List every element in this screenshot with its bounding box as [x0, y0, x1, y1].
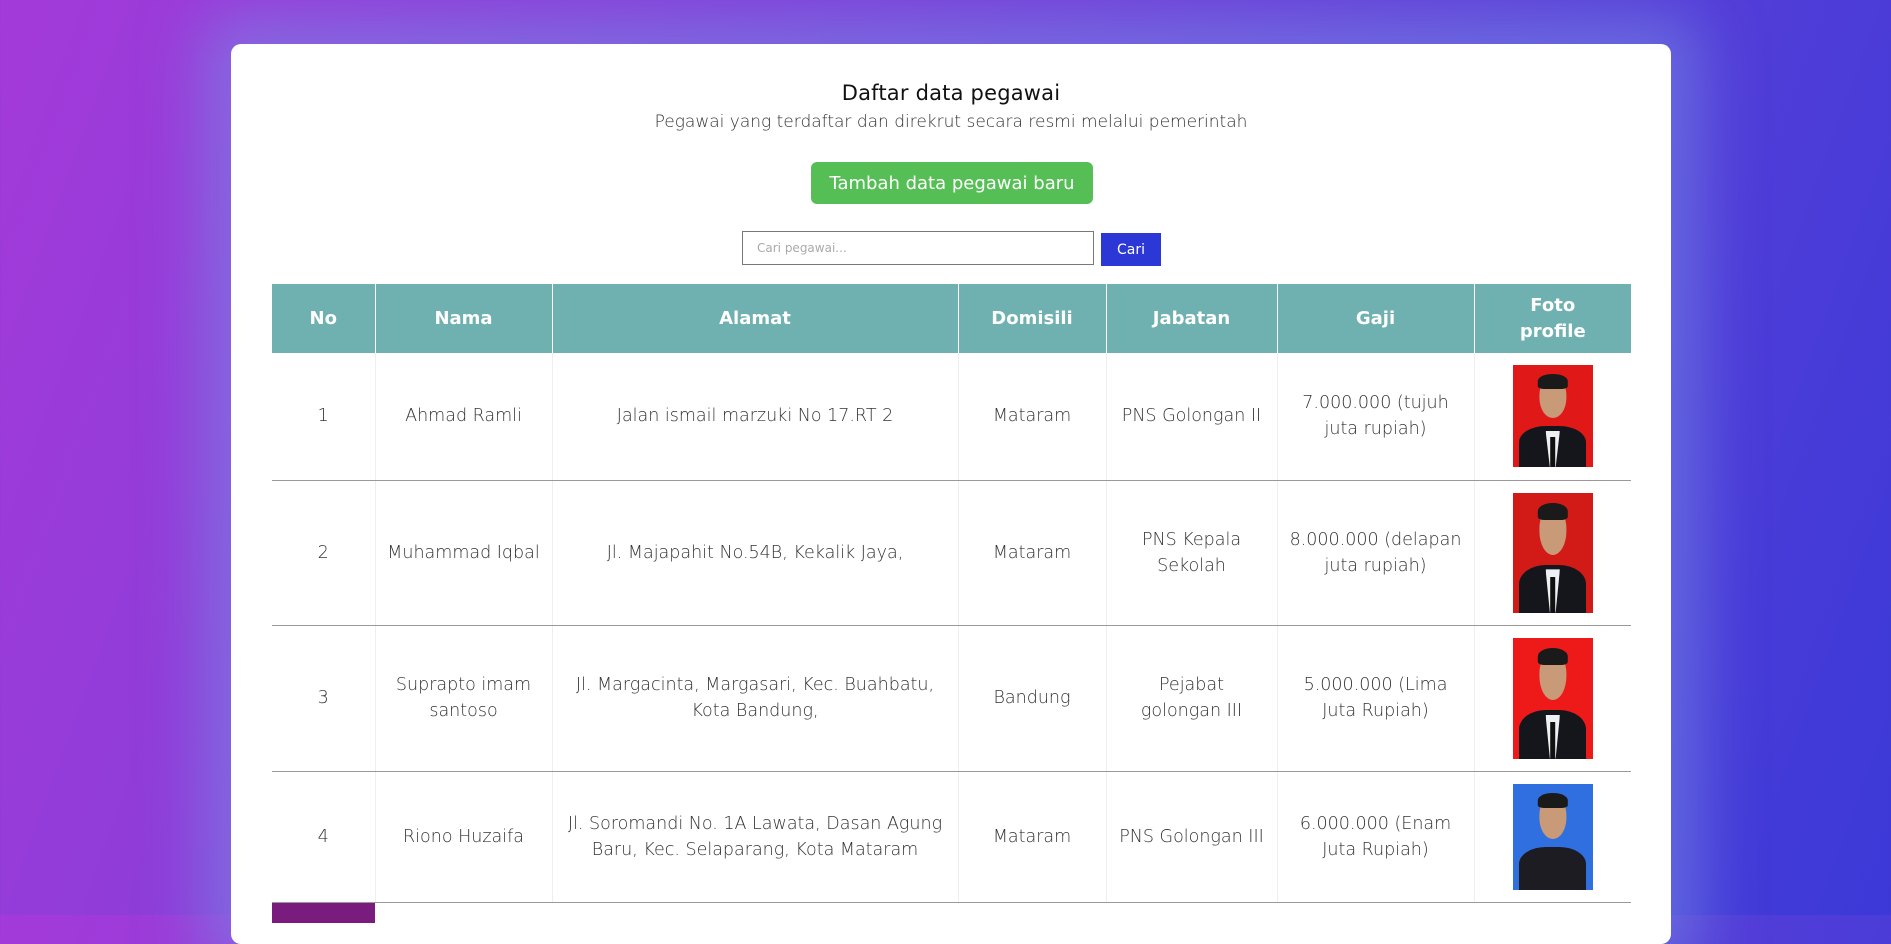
column-header-alamat: Alamat — [552, 284, 959, 353]
cell-nama: Suprapto imam santoso — [375, 625, 553, 772]
cell-foto — [1474, 771, 1631, 903]
cell-alamat: Jl. Majapahit No.54B, Kekalik Jaya, — [552, 480, 959, 626]
column-header-jabatan: Jabatan — [1106, 284, 1278, 353]
table-row: 2 Muhammad Iqbal Jl. Majapahit No.54B, K… — [272, 480, 1631, 626]
cell-foto — [1474, 625, 1631, 772]
table-row: 1 Ahmad Ramli Jalan ismail marzuki No 17… — [272, 353, 1631, 481]
cell-domisili: Mataram — [958, 771, 1107, 903]
cell-gaji: 8.000.000 (delapan juta rupiah) — [1277, 480, 1475, 626]
cell-alamat: Jalan ismail marzuki No 17.RT 2 — [552, 353, 959, 481]
employee-table: No Nama Alamat Domisili Jabatan Gaji Fot… — [272, 284, 1631, 903]
profile-photo — [1512, 783, 1593, 890]
cell-foto — [1474, 480, 1631, 626]
table-row: 4 Riono Huzaifa Jl. Soromandi No. 1A Law… — [272, 771, 1631, 903]
cell-no: 2 — [272, 480, 376, 626]
cell-jabatan: PNS Kepala Sekolah — [1106, 480, 1278, 626]
cell-jabatan: PNS Golongan II — [1106, 353, 1278, 481]
column-header-gaji: Gaji — [1277, 284, 1475, 353]
cell-jabatan: PNS Golongan III — [1106, 771, 1278, 903]
add-employee-button[interactable]: Tambah data pegawai baru — [811, 162, 1093, 204]
cell-domisili: Mataram — [958, 480, 1107, 626]
column-header-nama: Nama — [375, 284, 553, 353]
cell-gaji: 7.000.000 (tujuh juta rupiah) — [1277, 353, 1475, 481]
search-input[interactable] — [742, 231, 1094, 265]
profile-photo — [1512, 492, 1593, 613]
cell-domisili: Mataram — [958, 353, 1107, 481]
search-button[interactable]: Cari — [1101, 233, 1161, 266]
cell-jabatan: Pejabat golongan III — [1106, 625, 1278, 772]
column-header-foto-label: Foto profile — [1519, 294, 1586, 342]
profile-photo — [1512, 637, 1593, 759]
column-header-domisili: Domisili — [958, 284, 1107, 353]
column-header-no: No — [272, 284, 376, 353]
cell-gaji: 6.000.000 (Enam Juta Rupiah) — [1277, 771, 1475, 903]
table-row: 3 Suprapto imam santoso Jl. Margacinta, … — [272, 625, 1631, 772]
cell-no: 4 — [272, 771, 376, 903]
cell-domisili: Bandung — [958, 625, 1107, 772]
cell-alamat: Jl. Soromandi No. 1A Lawata, Dasan Agung… — [552, 771, 959, 903]
cell-alamat: Jl. Margacinta, Margasari, Kec. Buahbatu… — [552, 625, 959, 772]
partial-row-marker — [272, 903, 375, 923]
cell-no: 3 — [272, 625, 376, 772]
cell-nama: Riono Huzaifa — [375, 771, 553, 903]
table-header-row: No Nama Alamat Domisili Jabatan Gaji Fot… — [272, 284, 1631, 353]
page-title: Daftar data pegawai — [841, 81, 1061, 105]
cell-foto — [1474, 353, 1631, 481]
cell-gaji: 5.000.000 (Lima Juta Rupiah) — [1277, 625, 1475, 772]
cell-nama: Ahmad Ramli — [375, 353, 553, 481]
page-subtitle: Pegawai yang terdaftar dan direkrut seca… — [654, 112, 1248, 132]
column-header-foto: Foto profile — [1474, 284, 1631, 353]
profile-photo — [1512, 365, 1593, 468]
content-card: Daftar data pegawai Pegawai yang terdaft… — [231, 44, 1671, 944]
cell-no: 1 — [272, 353, 376, 481]
cell-nama: Muhammad Iqbal — [375, 480, 553, 626]
